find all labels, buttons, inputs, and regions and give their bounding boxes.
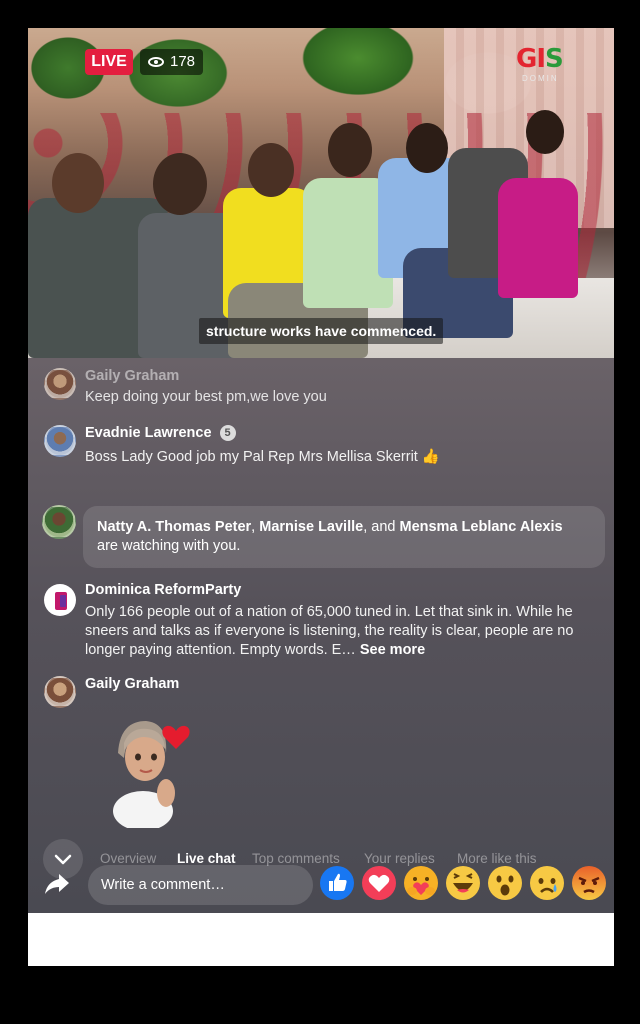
comment-item: Evadnie Lawrence 5 Boss Lady Good job my … (44, 425, 604, 465)
comment-item: Gaily Graham Keep doing your best pm,we … (44, 368, 604, 408)
viewer-count-badge: 178 (140, 49, 204, 75)
avatar[interactable] (44, 368, 76, 400)
avatar[interactable] (44, 584, 76, 616)
watching-text: are watching with you. (97, 538, 241, 554)
comment-input[interactable]: Write a comment… (88, 865, 313, 905)
sad-icon[interactable] (529, 865, 565, 901)
eye-icon (148, 57, 164, 67)
angry-icon[interactable] (571, 865, 607, 901)
live-badge: LIVE (85, 49, 133, 75)
care-icon[interactable] (403, 865, 439, 901)
like-icon[interactable] (319, 865, 355, 901)
watching-notice: Natty A. Thomas Peter, Marnise Laville, … (83, 506, 605, 568)
haha-icon[interactable] (445, 865, 481, 901)
watcher-name[interactable]: Marnise Laville (259, 519, 363, 535)
comment-text: Keep doing your best pm,we love you (85, 389, 327, 405)
love-icon[interactable] (361, 865, 397, 901)
wow-icon[interactable] (487, 865, 523, 901)
comment-item: Dominica ReformParty Only 166 people out… (44, 582, 604, 662)
comment-author[interactable]: Dominica ReformParty (85, 582, 241, 598)
comment-author[interactable]: Gaily Graham (85, 368, 179, 384)
avatar[interactable] (44, 676, 76, 708)
see-more-link[interactable]: See more (360, 642, 425, 658)
channel-logo: GIS DOMIN (516, 44, 564, 83)
comment-text: Boss Lady Good job my Pal Rep Mrs Mellis… (85, 449, 440, 465)
comment-author[interactable]: Gaily Graham (85, 676, 179, 692)
bottom-spacer (28, 913, 614, 966)
watcher-name[interactable]: Mensma Leblanc Alexis (399, 519, 562, 535)
watcher-name[interactable]: Natty A. Thomas Peter (97, 519, 251, 535)
viewer-count: 178 (170, 53, 196, 70)
fan-badge-icon: 5 (219, 425, 236, 441)
comment-author[interactable]: Evadnie Lawrence 5 (85, 425, 236, 441)
avatar[interactable] (42, 505, 76, 539)
avatar[interactable] (44, 425, 76, 457)
share-icon[interactable] (44, 873, 70, 895)
live-caption: structure works have commenced. (199, 318, 444, 344)
heart-sticker-icon (113, 721, 190, 828)
comment-text: Only 166 people out of a nation of 65,00… (85, 604, 574, 658)
live-chat-panel: Gaily Graham Keep doing your best pm,we … (28, 358, 614, 913)
live-video[interactable]: LIVE 178 GIS DOMIN structure works have … (28, 28, 614, 358)
app-frame: LIVE 178 GIS DOMIN structure works have … (28, 28, 614, 966)
comment-bar: Write a comment… (28, 860, 614, 913)
